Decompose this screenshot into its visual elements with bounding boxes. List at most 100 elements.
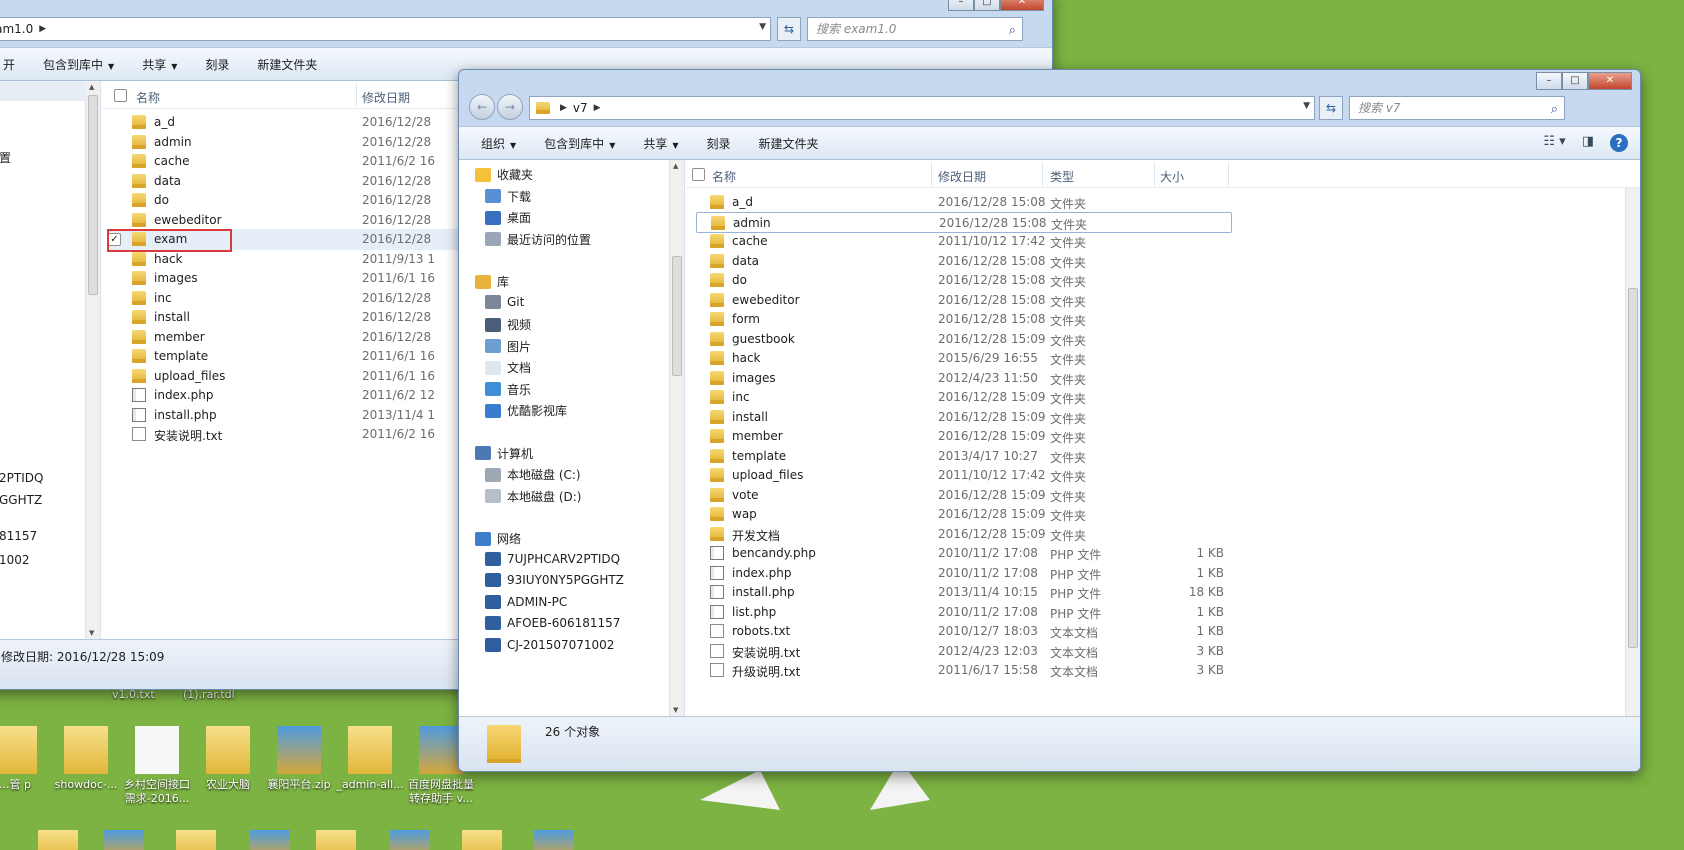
refresh-button[interactable]: ⇆	[777, 17, 801, 41]
select-all-checkbox[interactable]	[692, 168, 705, 181]
nav-item[interactable]: 优酷影视库	[485, 402, 567, 419]
breadcrumb-chevron-icon[interactable]: ▶	[39, 24, 46, 34]
nav-item[interactable]: Git	[485, 294, 524, 309]
column-name[interactable]: 名称	[712, 168, 736, 185]
nav-item[interactable]: 库	[475, 273, 509, 290]
nav-item[interactable]: 本地磁盘 (D:)	[485, 488, 581, 505]
column-separator[interactable]	[1154, 162, 1155, 186]
help-icon[interactable]: ?	[1610, 134, 1628, 152]
list-item[interactable]: 安装说明.txt 2012/4/23 12:03 文本文档 3 KB	[710, 641, 1246, 662]
maximize-button[interactable]: □	[1562, 72, 1588, 90]
column-size[interactable]: 大小	[1160, 168, 1184, 185]
desk-icon-3[interactable]: 乡村空间接口需求-2016...	[120, 720, 194, 806]
column-separator[interactable]	[356, 83, 357, 107]
nav-scrollbar[interactable]: ▲ ▼	[85, 81, 100, 639]
nav-item-partial[interactable]: 2PTIDQ	[0, 471, 43, 485]
column-date[interactable]: 修改日期	[362, 89, 410, 106]
list-item[interactable]: guestbook 2016/12/28 15:09 文件夹	[710, 329, 1246, 350]
desk-row2-icon-3[interactable]	[176, 830, 216, 850]
nav-item-partial[interactable]: 置	[0, 149, 11, 166]
navigation-pane[interactable]: ▲ ▼ 收藏夹 下载 桌面 最近访问的位置库 Git 视频 图片 文档 音乐 优酷影视库 计算机 本地…	[459, 160, 685, 716]
search-input[interactable]: 搜索 v7 ⌕	[1349, 96, 1565, 120]
desk-row2-icon-5[interactable]	[316, 830, 356, 850]
desk-row2-icon-7[interactable]	[462, 830, 502, 850]
nav-item[interactable]: 93IUY0NY5PGGHTZ	[485, 573, 624, 587]
navigation-pane[interactable]: ▲ ▼ 置 2PTIDQ GGHTZ 81157 1002	[0, 81, 101, 639]
forward-button[interactable]: →	[497, 94, 523, 120]
list-item[interactable]: bencandy.php 2010/11/2 17:08 PHP 文件 1 KB	[710, 543, 1246, 564]
list-item[interactable]: inc 2016/12/28 15:09 文件夹	[710, 387, 1246, 408]
refresh-button[interactable]: ⇆	[1319, 96, 1343, 120]
close-button[interactable]: ✕	[1000, 0, 1044, 11]
chevron-down-icon[interactable]: ▼	[759, 22, 766, 32]
view-options-icon[interactable]: ☷ ▾	[1543, 134, 1565, 152]
list-item[interactable]: hack 2015/6/29 16:55 文件夹	[710, 348, 1246, 369]
toolbar-new-folder[interactable]: 新建文件夹	[243, 56, 331, 73]
address-bar[interactable]: xam1.0 ▶ ▼	[0, 17, 771, 41]
search-icon[interactable]: ⌕	[1551, 99, 1558, 121]
minimize-button[interactable]: –	[948, 0, 974, 11]
scroll-thumb[interactable]	[672, 256, 682, 376]
close-button[interactable]: ✕	[1588, 72, 1632, 90]
toolbar-item-1[interactable]: 包含到库中 ▼	[530, 135, 629, 152]
desk-icon-4[interactable]: 农业大脑	[191, 720, 265, 792]
minimize-button[interactable]: –	[1536, 72, 1562, 90]
explorer-window-v7[interactable]: – □ ✕ ← → ▶ v7 ▶ ▼ ⇆ 搜索 v7 ⌕ 组织 ▼ 包含到库中 ▼ 共享…	[458, 69, 1641, 772]
column-separator[interactable]	[1228, 162, 1229, 186]
nav-item[interactable]: 计算机	[475, 445, 533, 462]
desk-icon-5[interactable]: 襄阳平台.zip	[262, 720, 336, 792]
file-list-scrollbar[interactable]	[1625, 188, 1640, 716]
column-separator[interactable]	[1042, 162, 1043, 186]
nav-item[interactable]: AFOEB-606181157	[485, 616, 620, 630]
column-type[interactable]: 类型	[1050, 168, 1074, 185]
scroll-up-icon[interactable]: ▲	[89, 83, 94, 91]
list-item[interactable]: ewebeditor 2016/12/28 15:08 文件夹	[710, 290, 1246, 311]
scroll-down-icon[interactable]: ▼	[89, 629, 94, 637]
scroll-thumb[interactable]	[1628, 288, 1638, 648]
toolbar-item-2[interactable]: 共享 ▼	[629, 135, 692, 152]
list-item[interactable]: a_d 2016/12/28 15:08 文件夹	[710, 192, 1246, 213]
list-item[interactable]: cache 2011/10/12 17:42 文件夹	[710, 231, 1246, 252]
nav-item-partial[interactable]: GGHTZ	[0, 493, 42, 507]
preview-pane-icon[interactable]: ◨	[1582, 134, 1594, 152]
desk-icon-6[interactable]: _admin-all...	[333, 720, 407, 792]
nav-item[interactable]: 图片	[485, 338, 531, 355]
select-all-checkbox[interactable]	[114, 89, 127, 102]
list-item[interactable]: admin 2016/12/28 15:08 文件夹	[696, 211, 1232, 233]
list-item[interactable]: install.php 2013/11/4 10:15 PHP 文件 18 KB	[710, 582, 1246, 603]
toolbar-burn[interactable]: 刻录	[191, 56, 243, 73]
back-button[interactable]: ←	[469, 94, 495, 120]
nav-item[interactable]: 视频	[485, 316, 531, 333]
toolbar-share[interactable]: 共享 ▼	[128, 56, 191, 73]
list-item[interactable]: robots.txt 2010/12/7 18:03 文本文档 1 KB	[710, 621, 1246, 642]
address-bar[interactable]: ▶ v7 ▶ ▼	[529, 96, 1315, 120]
list-item[interactable]: template 2013/4/17 10:27 文件夹	[710, 446, 1246, 467]
breadcrumb-chevron-icon[interactable]: ▶	[594, 103, 601, 113]
list-item[interactable]: index.php 2010/11/2 17:08 PHP 文件 1 KB	[710, 563, 1246, 584]
scroll-up-icon[interactable]: ▲	[673, 162, 678, 170]
list-item[interactable]: wap 2016/12/28 15:09 文件夹	[710, 504, 1246, 525]
breadcrumb-chevron-icon[interactable]: ▶	[560, 103, 567, 113]
toolbar-open[interactable]: 开	[0, 56, 29, 73]
list-item[interactable]: list.php 2010/11/2 17:08 PHP 文件 1 KB	[710, 602, 1246, 623]
column-name[interactable]: 名称	[136, 89, 160, 106]
nav-item[interactable]: 收藏夹	[475, 166, 533, 183]
toolbar-item-0[interactable]: 组织 ▼	[459, 135, 530, 152]
list-item[interactable]: install 2016/12/28 15:09 文件夹	[710, 407, 1246, 428]
nav-scrollbar[interactable]: ▲ ▼	[669, 160, 684, 716]
nav-item-partial[interactable]: 81157	[0, 529, 37, 543]
nav-item-partial[interactable]: 1002	[0, 553, 30, 567]
desk-row2-icon-8[interactable]	[534, 830, 574, 850]
toolbar-include-library[interactable]: 包含到库中 ▼	[29, 56, 128, 73]
desk-row2-icon-4[interactable]	[250, 830, 290, 850]
scroll-thumb[interactable]	[88, 95, 98, 295]
chevron-down-icon[interactable]: ▼	[1303, 101, 1310, 111]
desk-row2-icon-1[interactable]	[38, 830, 78, 850]
list-item[interactable]: upload_files 2011/10/12 17:42 文件夹	[710, 465, 1246, 486]
search-icon[interactable]: ⌕	[1009, 20, 1016, 42]
search-input[interactable]: 搜索 exam1.0 ⌕	[807, 17, 1023, 41]
list-item[interactable]: vote 2016/12/28 15:09 文件夹	[710, 485, 1246, 506]
nav-item[interactable]: 7UJPHCARV2PTIDQ	[485, 551, 620, 566]
list-item[interactable]: do 2016/12/28 15:08 文件夹	[710, 270, 1246, 291]
maximize-button[interactable]: □	[974, 0, 1000, 11]
